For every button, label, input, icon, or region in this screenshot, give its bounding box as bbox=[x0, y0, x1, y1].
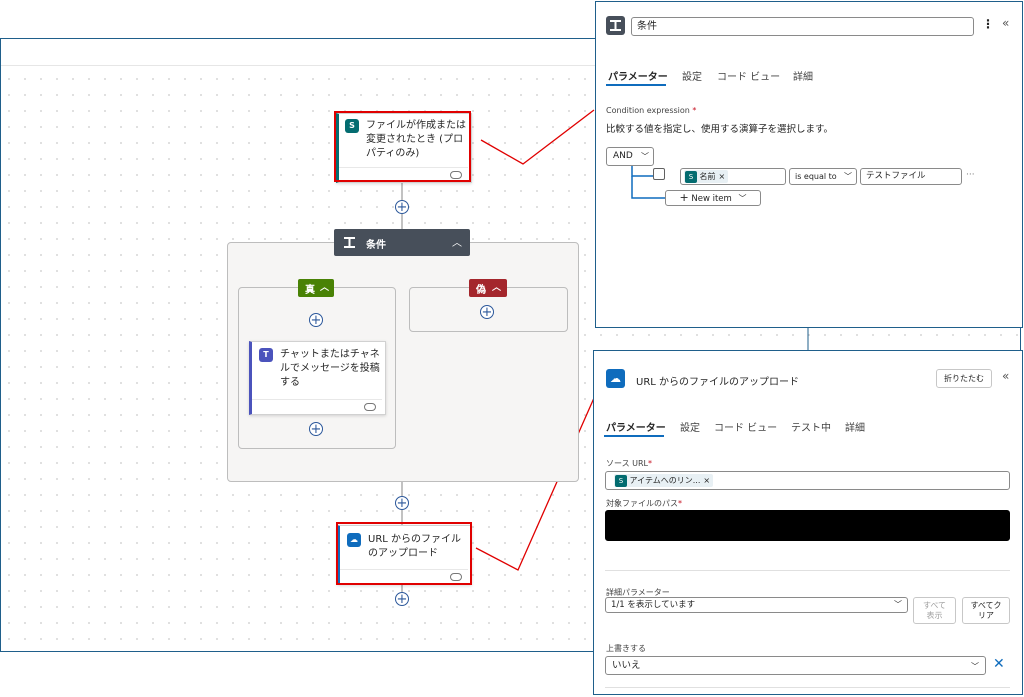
teams-icon: T bbox=[259, 348, 273, 362]
condition-description: 比較する値を指定し、使用する演算子を選択します。 bbox=[606, 124, 834, 135]
upload-panel: ☁ URL からのファイルのアップロード 折りたたむ « パラメーター 設定 コ… bbox=[593, 350, 1023, 695]
false-branch-label: 偽 bbox=[476, 285, 486, 296]
add-step-button[interactable]: + bbox=[395, 496, 409, 510]
condition-title-input[interactable]: 条件 bbox=[631, 17, 974, 36]
required-mark: * bbox=[692, 106, 697, 115]
dest-path-label: 対象ファイルのパス* bbox=[606, 499, 682, 508]
more-options-icon[interactable]: ⋮ bbox=[982, 17, 994, 31]
true-branch-header[interactable]: 真 ︿ bbox=[298, 279, 334, 297]
condition-panel: 条件 ⋮ « パラメーター 設定 コード ビュー 詳細 Condition ex… bbox=[595, 1, 1023, 328]
tab-details[interactable]: 詳細 bbox=[845, 419, 865, 434]
onedrive-icon: ☁ bbox=[606, 369, 625, 388]
condition-left-operand[interactable]: S 名前 × bbox=[680, 168, 786, 185]
condition-operator-select[interactable]: is equal to ﹀ bbox=[789, 168, 857, 185]
chevron-up-icon[interactable]: ︿ bbox=[320, 280, 329, 293]
tab-settings[interactable]: 設定 bbox=[682, 68, 702, 83]
upload-panel-title: URL からのファイルのアップロード bbox=[636, 377, 800, 388]
source-url-label: ソース URL* bbox=[606, 459, 653, 468]
collapse-panel-icon[interactable]: « bbox=[1002, 16, 1009, 30]
callout-line-condition bbox=[480, 109, 595, 165]
group-operator-select[interactable]: AND ﹀ bbox=[606, 147, 654, 166]
plus-icon: + bbox=[679, 191, 689, 204]
collapse-panel-icon[interactable]: « bbox=[1002, 369, 1009, 383]
dynamic-content-token[interactable]: S アイテムへのリン... × bbox=[614, 474, 714, 487]
add-step-button[interactable]: + bbox=[309, 422, 323, 436]
true-branch-label: 真 bbox=[305, 285, 315, 296]
chevron-down-icon: ﹀ bbox=[971, 662, 979, 671]
teams-action-title: チャットまたはチャネルでメッセージを投稿する bbox=[280, 349, 380, 388]
dynamic-content-token[interactable]: S 名前 × bbox=[684, 170, 729, 183]
condition-icon bbox=[606, 16, 625, 35]
add-step-button[interactable]: + bbox=[395, 592, 409, 606]
row-checkbox[interactable] bbox=[653, 168, 665, 180]
chevron-up-icon[interactable]: ︿ bbox=[452, 234, 462, 249]
new-item-button[interactable]: + New item ﹀ bbox=[665, 190, 761, 206]
chevron-down-icon: ﹀ bbox=[844, 172, 852, 181]
tab-parameters[interactable]: パラメーター bbox=[608, 68, 668, 83]
tab-settings[interactable]: 設定 bbox=[680, 419, 700, 434]
highlight-box-upload bbox=[336, 522, 472, 585]
remove-param-icon[interactable]: ✕ bbox=[993, 656, 1005, 672]
link-icon bbox=[364, 403, 376, 411]
chevron-down-icon: ﹀ bbox=[641, 152, 649, 161]
tab-details[interactable]: 詳細 bbox=[793, 68, 813, 83]
condition-header[interactable]: 条件 ︿ bbox=[334, 229, 470, 256]
dest-path-input-redacted[interactable] bbox=[605, 510, 1010, 541]
tab-code-view[interactable]: コード ビュー bbox=[717, 68, 780, 83]
collapse-button[interactable]: 折りたたむ bbox=[936, 369, 992, 388]
remove-token-icon[interactable]: × bbox=[719, 172, 726, 181]
tab-code-view[interactable]: コード ビュー bbox=[714, 419, 777, 434]
overwrite-label: 上書きする bbox=[606, 644, 646, 653]
add-step-button[interactable]: + bbox=[395, 200, 409, 214]
condition-right-operand[interactable]: テストファイル bbox=[860, 168, 962, 185]
clear-all-button[interactable]: すべてクリア bbox=[962, 597, 1010, 624]
chevron-up-icon[interactable]: ︿ bbox=[492, 280, 501, 293]
condition-title: 条件 bbox=[366, 240, 386, 251]
overwrite-select[interactable]: いいえ ﹀ bbox=[605, 656, 986, 675]
sharepoint-icon: S bbox=[685, 170, 697, 183]
tab-testing[interactable]: テスト中 bbox=[791, 419, 831, 434]
row-more-icon[interactable]: ··· bbox=[966, 170, 975, 180]
show-all-button[interactable]: すべて表示 bbox=[913, 597, 956, 624]
condition-icon bbox=[344, 237, 355, 248]
highlight-box-trigger bbox=[334, 111, 471, 182]
teams-action-card[interactable]: T チャットまたはチャネルでメッセージを投稿する bbox=[249, 341, 386, 415]
tab-parameters[interactable]: パラメーター bbox=[606, 419, 666, 434]
source-url-input[interactable]: S アイテムへのリン... × bbox=[605, 471, 1010, 490]
false-branch-header[interactable]: 偽 ︿ bbox=[469, 279, 507, 297]
sharepoint-icon: S bbox=[615, 474, 627, 487]
chevron-down-icon: ﹀ bbox=[894, 600, 902, 609]
condition-expression-label: Condition expression * bbox=[606, 106, 697, 115]
remove-token-icon[interactable]: × bbox=[703, 476, 710, 485]
add-step-button[interactable]: + bbox=[309, 313, 323, 327]
chevron-down-icon: ﹀ bbox=[738, 194, 747, 203]
advanced-params-select[interactable]: 1/1 を表示しています ﹀ bbox=[605, 597, 908, 613]
add-step-button[interactable]: + bbox=[480, 305, 494, 319]
